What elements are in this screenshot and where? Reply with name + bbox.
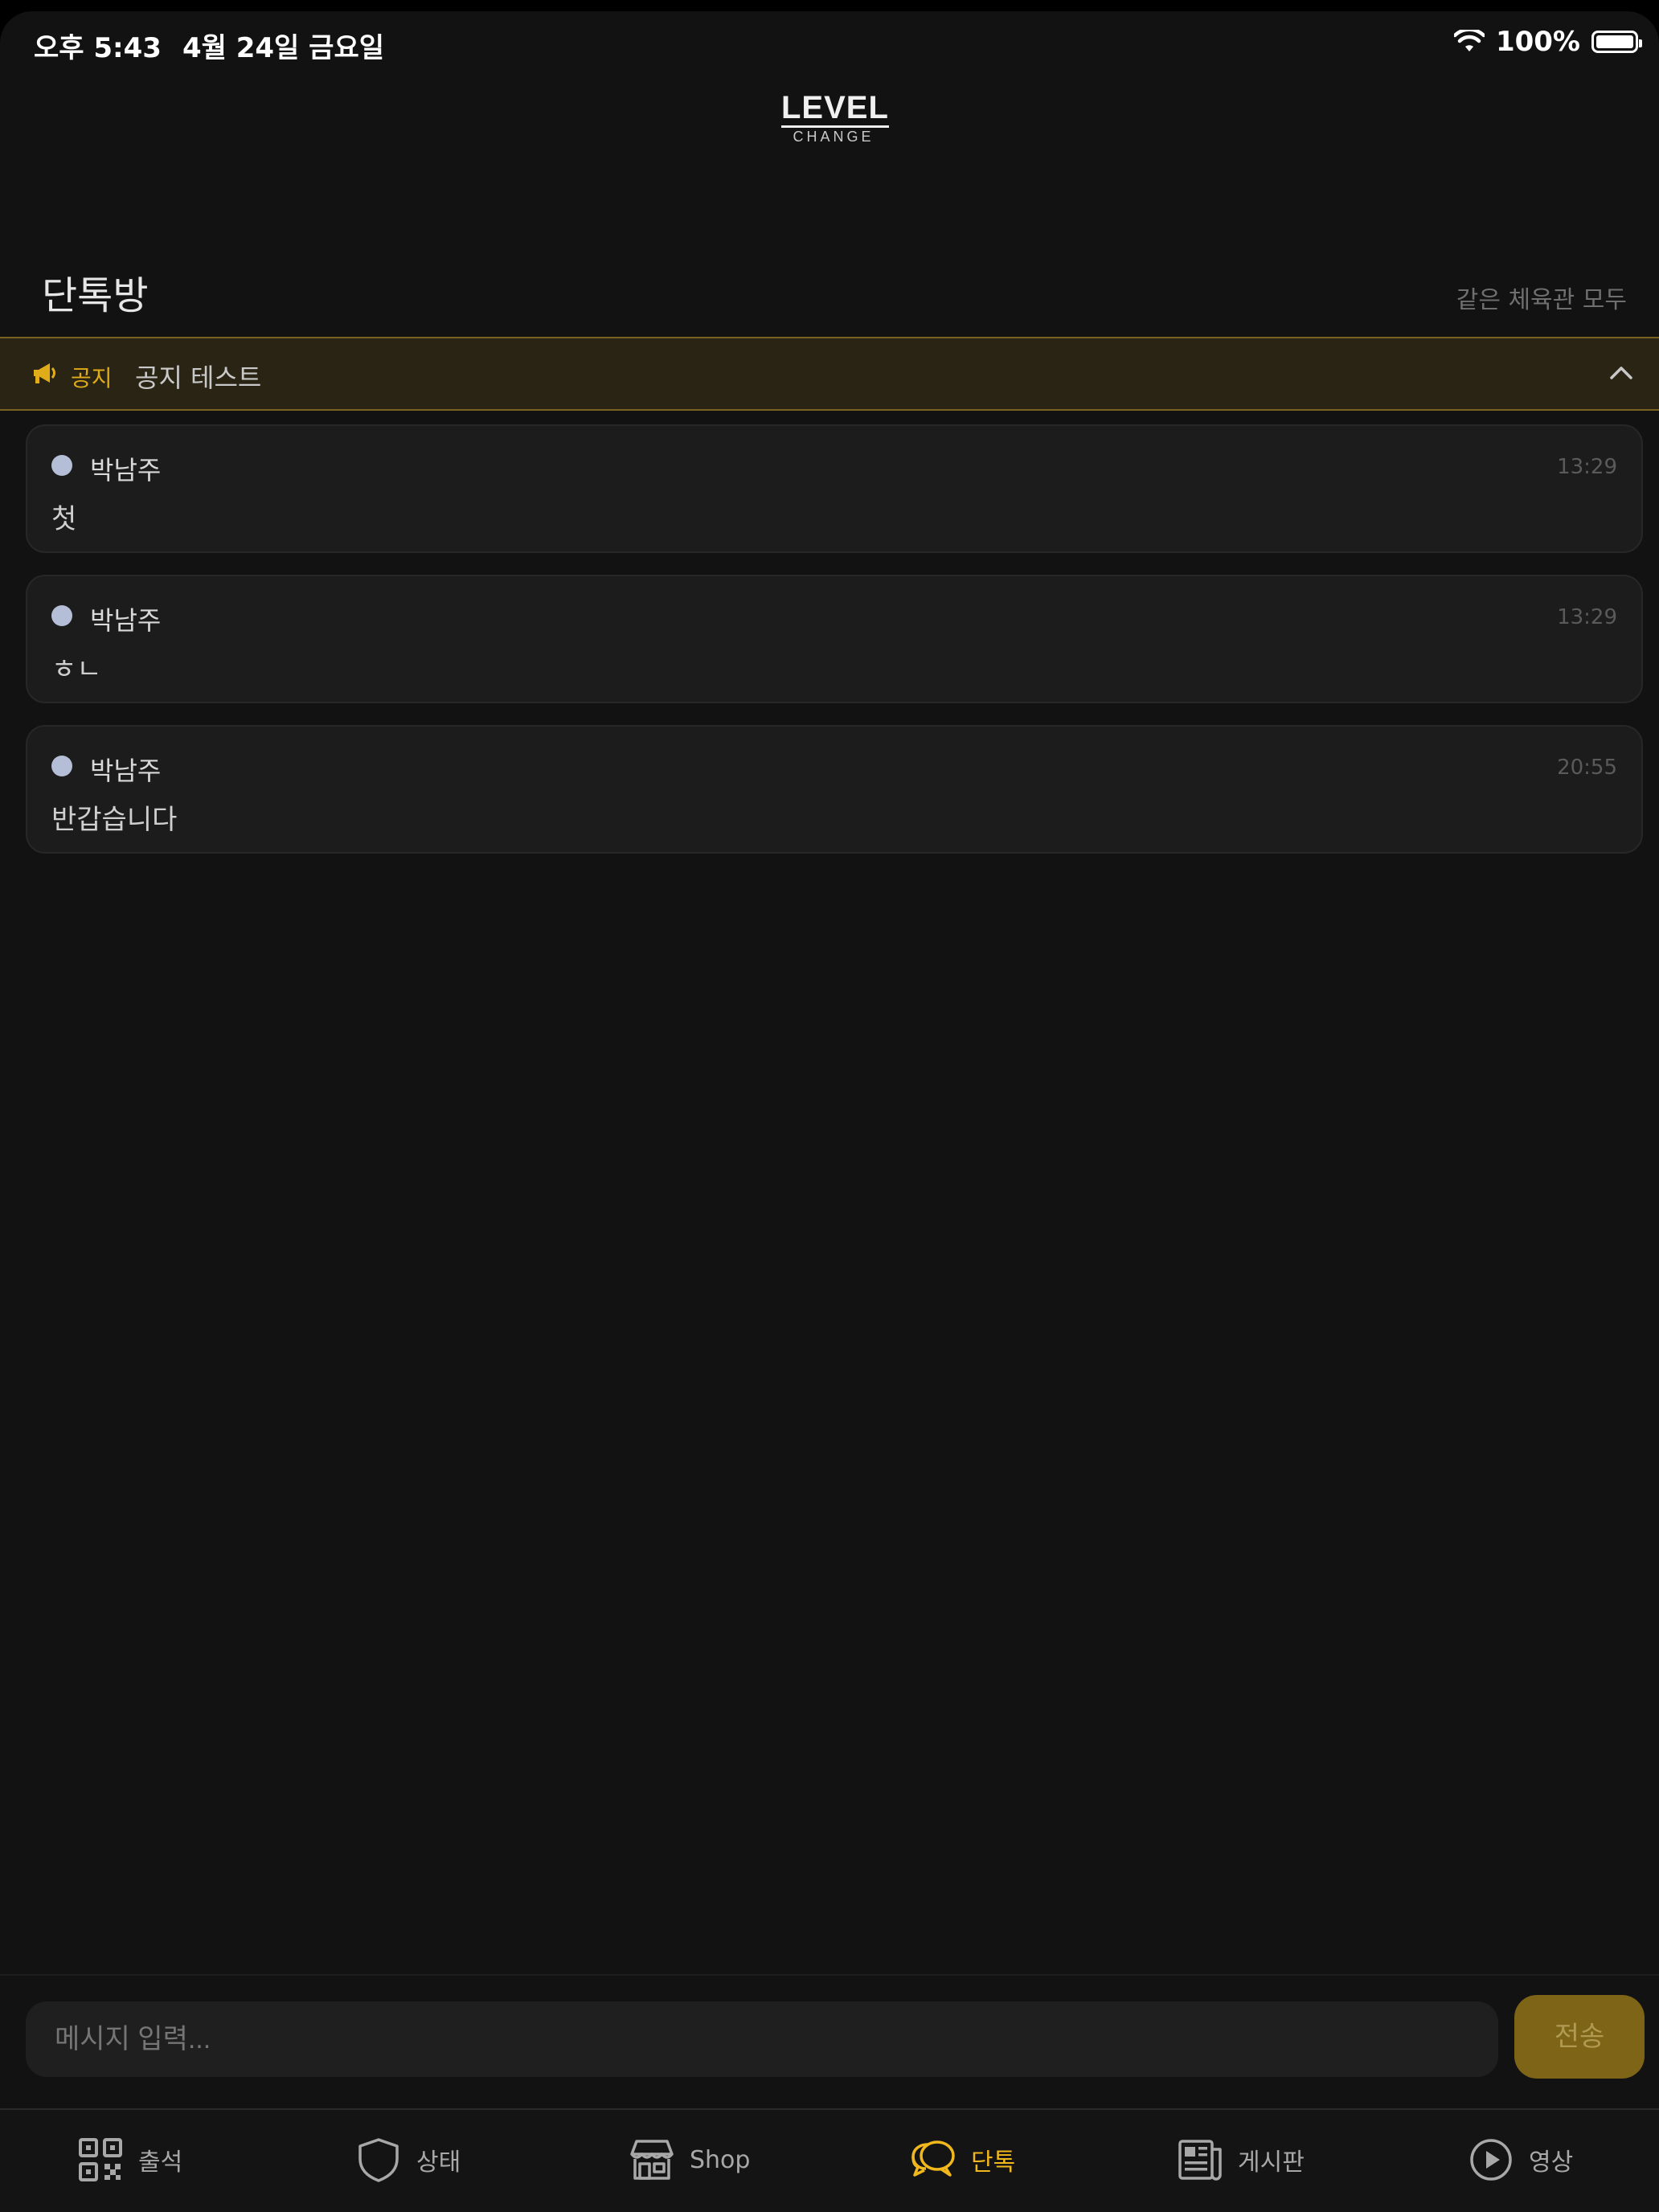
store-icon (630, 2140, 674, 2180)
status-datetime: 오후 5:43 4월 24일 금요일 (34, 26, 405, 65)
tab-board[interactable]: 게시판 (1177, 2136, 1305, 2184)
tab-label: Shop (690, 2145, 751, 2174)
notice-tag: 공지 (71, 365, 113, 391)
play-circle-icon (1470, 2139, 1512, 2181)
level-change-logo: LEVEL CHANGE (781, 90, 889, 159)
notice-text: 공지 테스트 (135, 363, 262, 393)
message-author: 박남주 (90, 756, 162, 786)
message-card[interactable]: 박남주 20:55 반갑습니다 (26, 725, 1643, 854)
author-avatar-dot (51, 756, 72, 776)
newspaper-icon (1178, 2140, 1222, 2181)
status-indicators: 100% (1453, 26, 1642, 58)
logo-subtext: CHANGE (793, 129, 875, 145)
app-screen: 오후 5:43 4월 24일 금요일 100% LEVEL CHANGE 단톡방 … (0, 11, 1659, 2212)
bottom-tab-bar: 출석 상태 Shop 단톡 게시판 영상 (0, 2108, 1659, 2212)
tab-label: 단톡 (971, 2149, 1016, 2177)
send-button[interactable]: 전송 (1514, 1995, 1645, 2079)
tab-label: 출석 (138, 2149, 183, 2177)
logo-wordmark: LEVEL (781, 90, 889, 128)
message-text: ㅎㄴ (51, 653, 102, 686)
wifi-icon (1453, 30, 1485, 51)
message-input[interactable] (26, 2001, 1498, 2077)
status-date: 4월 24일 금요일 (182, 32, 385, 64)
message-text: 첫 (51, 503, 77, 535)
message-card[interactable]: 박남주 13:29 ㅎㄴ (26, 575, 1643, 703)
message-card[interactable]: 박남주 13:29 첫 (26, 424, 1643, 553)
battery-icon (1591, 31, 1642, 53)
tab-label: 게시판 (1238, 2149, 1305, 2177)
tab-label: 상태 (416, 2149, 461, 2177)
notice-banner[interactable]: 공지 공지 테스트 (0, 337, 1659, 411)
message-time: 13:29 (1557, 455, 1617, 479)
message-composer: 전송 (0, 1974, 1659, 2109)
chat-bubbles-icon (911, 2140, 955, 2177)
message-author: 박남주 (90, 455, 162, 485)
tab-video[interactable]: 영상 (1468, 2136, 1573, 2184)
shield-icon (358, 2138, 399, 2182)
megaphone-icon (34, 363, 55, 383)
message-time: 20:55 (1557, 756, 1617, 780)
message-text: 반갑습니다 (51, 804, 178, 836)
status-bar: 오후 5:43 4월 24일 금요일 100% (0, 11, 1659, 76)
message-author: 박남주 (90, 605, 162, 636)
page-title: 단톡방 (42, 273, 149, 318)
tab-attendance[interactable]: 출석 (77, 2136, 182, 2184)
room-scope-label[interactable]: 같은 체육관 모두 (1456, 280, 1627, 315)
message-time: 13:29 (1557, 605, 1617, 629)
tab-label: 영상 (1529, 2149, 1574, 2177)
qr-code-icon (79, 2138, 122, 2181)
tab-status[interactable]: 상태 (355, 2136, 461, 2184)
status-time: 오후 5:43 (34, 32, 162, 64)
chevron-up-icon[interactable] (1608, 361, 1635, 385)
author-avatar-dot (51, 455, 72, 476)
battery-percent: 100% (1495, 26, 1580, 58)
tab-group-chat[interactable]: 단톡 (910, 2136, 1015, 2184)
tab-shop[interactable]: Shop (629, 2136, 750, 2184)
author-avatar-dot (51, 605, 72, 626)
